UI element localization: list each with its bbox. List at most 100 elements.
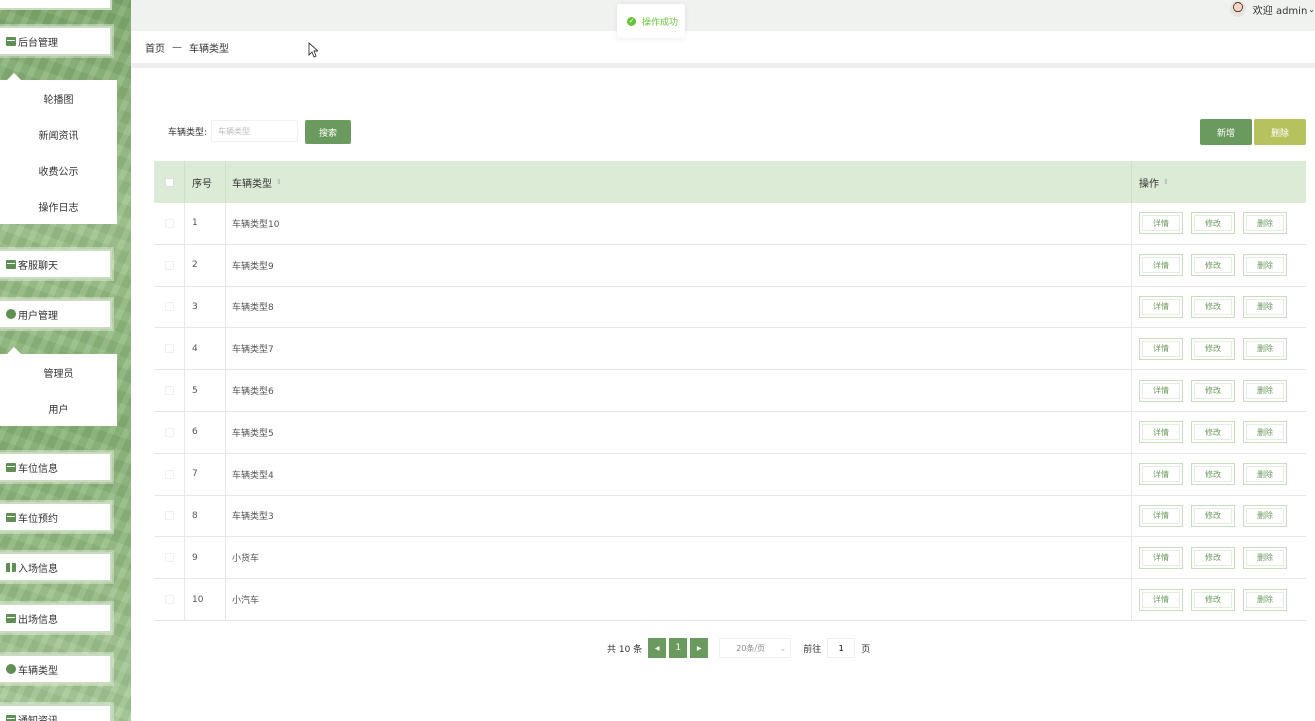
detail-button[interactable]: 详情: [1139, 504, 1183, 527]
detail-button[interactable]: 详情: [1139, 588, 1183, 611]
detail-button[interactable]: 详情: [1139, 337, 1183, 360]
row-checkbox[interactable]: [164, 218, 174, 228]
page-unit-label: 页: [861, 644, 871, 655]
detail-button[interactable]: 详情: [1139, 379, 1183, 402]
edit-button[interactable]: 修改: [1191, 337, 1235, 360]
row-vehicle-type: 小货车: [226, 537, 1132, 579]
delete-button[interactable]: 删除: [1243, 463, 1287, 486]
search-label: 车辆类型:: [168, 128, 208, 138]
sidebar-item-chat[interactable]: 客服聊天: [0, 249, 112, 279]
detail-button[interactable]: 详情: [1139, 295, 1183, 318]
delete-button[interactable]: 删除: [1243, 421, 1287, 444]
submenu-item-user[interactable]: 用户: [0, 390, 117, 426]
breadcrumb-home[interactable]: 首页: [145, 40, 165, 55]
row-vehicle-type: 车辆类型5: [226, 411, 1132, 453]
row-checkbox[interactable]: [164, 469, 174, 479]
page-number-button[interactable]: 1: [669, 638, 688, 658]
row-checkbox[interactable]: [164, 553, 174, 563]
edit-button[interactable]: 修改: [1191, 254, 1235, 277]
delete-button[interactable]: 删除: [1243, 546, 1287, 569]
column-ops[interactable]: 操作 ⇕: [1132, 161, 1306, 203]
avatar[interactable]: [1229, 1, 1246, 17]
sidebar-item-parking-reserve[interactable]: 车位预约: [0, 502, 112, 532]
tag-icon: [6, 664, 16, 674]
sidebar-item-parking-info[interactable]: 车位信息: [0, 452, 112, 482]
sort-icon[interactable]: ⇕: [276, 178, 282, 186]
next-page-button[interactable]: ▶: [690, 638, 709, 658]
select-all-cell: [154, 161, 185, 203]
sidebar-item-exit[interactable]: 出场信息: [0, 603, 112, 633]
delete-button[interactable]: 删除: [1243, 588, 1287, 611]
chevron-down-icon: ⌄: [1308, 4, 1315, 14]
submenu-backend: 轮播图 新闻资讯 收费公示 操作日志: [0, 73, 117, 224]
sidebar-item-entry[interactable]: 入场信息: [0, 552, 112, 582]
row-checkbox[interactable]: [164, 427, 174, 437]
search-button[interactable]: 搜索: [305, 120, 351, 144]
column-type[interactable]: 车辆类型 ⇕: [226, 161, 1132, 203]
select-all-checkbox[interactable]: [164, 177, 174, 187]
row-checkbox[interactable]: [164, 595, 174, 605]
row-index: 7: [185, 453, 226, 495]
row-checkbox[interactable]: [164, 260, 174, 270]
vehicle-type-table: 序号 车辆类型 ⇕ 操作 ⇕ 1 车辆类型10 详情 修改 删除 2 车辆类型9…: [154, 161, 1306, 621]
column-ops-label: 操作: [1139, 178, 1159, 190]
detail-button[interactable]: 详情: [1139, 212, 1183, 235]
sidebar-item-notices[interactable]: 通知资讯: [0, 704, 112, 721]
sort-icon[interactable]: ⇕: [1163, 178, 1169, 186]
user-menu[interactable]: 欢迎 admin ⌄: [1229, 0, 1315, 18]
delete-button[interactable]: 删除: [1243, 379, 1287, 402]
edit-button[interactable]: 修改: [1191, 504, 1235, 527]
detail-button[interactable]: 详情: [1139, 463, 1183, 486]
edit-button[interactable]: 修改: [1191, 295, 1235, 318]
page-size-select[interactable]: 20条/页 ⌄: [719, 638, 792, 658]
row-checkbox[interactable]: [164, 386, 174, 396]
batch-delete-button[interactable]: 删除: [1254, 119, 1306, 145]
row-select-cell: [154, 203, 185, 244]
column-type-label: 车辆类型: [232, 178, 272, 190]
sidebar-item-users[interactable]: 用户管理: [0, 299, 112, 329]
edit-button[interactable]: 修改: [1191, 379, 1235, 402]
submenu-item-fees[interactable]: 收费公示: [0, 152, 117, 188]
row-vehicle-type: 车辆类型4: [226, 453, 1132, 495]
edit-button[interactable]: 修改: [1191, 463, 1235, 486]
delete-button[interactable]: 删除: [1243, 254, 1287, 277]
table-row: 2 车辆类型9 详情 修改 删除: [154, 244, 1306, 287]
delete-button[interactable]: 删除: [1243, 295, 1287, 318]
vehicle-type-search-input[interactable]: [211, 120, 298, 142]
submenu-item-admin[interactable]: 管理员: [0, 354, 117, 390]
table-body: 1 车辆类型10 详情 修改 删除 2 车辆类型9 详情 修改 删除 3 车辆类…: [154, 203, 1306, 621]
row-vehicle-type: 小汽车: [226, 579, 1132, 620]
detail-button[interactable]: 详情: [1139, 254, 1183, 277]
row-actions: 详情 修改 删除: [1132, 412, 1306, 453]
sidebar-item-label: 车位信息: [18, 463, 58, 475]
goto-label: 前往: [803, 644, 822, 655]
submenu-item-news[interactable]: 新闻资讯: [0, 116, 117, 152]
edit-button[interactable]: 修改: [1191, 421, 1235, 444]
edit-button[interactable]: 修改: [1191, 588, 1235, 611]
sidebar-item-backend[interactable]: 后台管理: [0, 26, 112, 56]
pagination-total: 共 10 条: [607, 644, 643, 655]
toast-message: 操作成功: [642, 17, 679, 28]
row-checkbox[interactable]: [164, 302, 174, 312]
success-toast: ✓ 操作成功: [617, 4, 685, 38]
goto-page-input[interactable]: [827, 638, 856, 658]
prev-page-button[interactable]: ◀: [648, 638, 667, 658]
delete-button[interactable]: 删除: [1243, 337, 1287, 360]
detail-button[interactable]: 详情: [1139, 546, 1183, 569]
sidebar-item-vehicle-type[interactable]: 车辆类型: [0, 654, 112, 684]
edit-button[interactable]: 修改: [1191, 546, 1235, 569]
column-index: 序号: [185, 161, 226, 203]
submenu-item-carousel[interactable]: 轮播图: [0, 80, 117, 116]
table-row: 1 车辆类型10 详情 修改 删除: [154, 203, 1306, 245]
delete-button[interactable]: 删除: [1243, 504, 1287, 527]
detail-button[interactable]: 详情: [1139, 421, 1183, 444]
table-row: 4 车辆类型7 详情 修改 删除: [154, 328, 1306, 371]
submenu-item-logs[interactable]: 操作日志: [0, 188, 117, 224]
row-checkbox[interactable]: [164, 511, 174, 521]
row-actions: 详情 修改 删除: [1132, 537, 1306, 578]
sidebar-menu-partial[interactable]: [0, 0, 112, 10]
add-button[interactable]: 新增: [1200, 119, 1252, 145]
edit-button[interactable]: 修改: [1191, 212, 1235, 235]
row-checkbox[interactable]: [164, 344, 174, 354]
delete-button[interactable]: 删除: [1243, 212, 1287, 235]
